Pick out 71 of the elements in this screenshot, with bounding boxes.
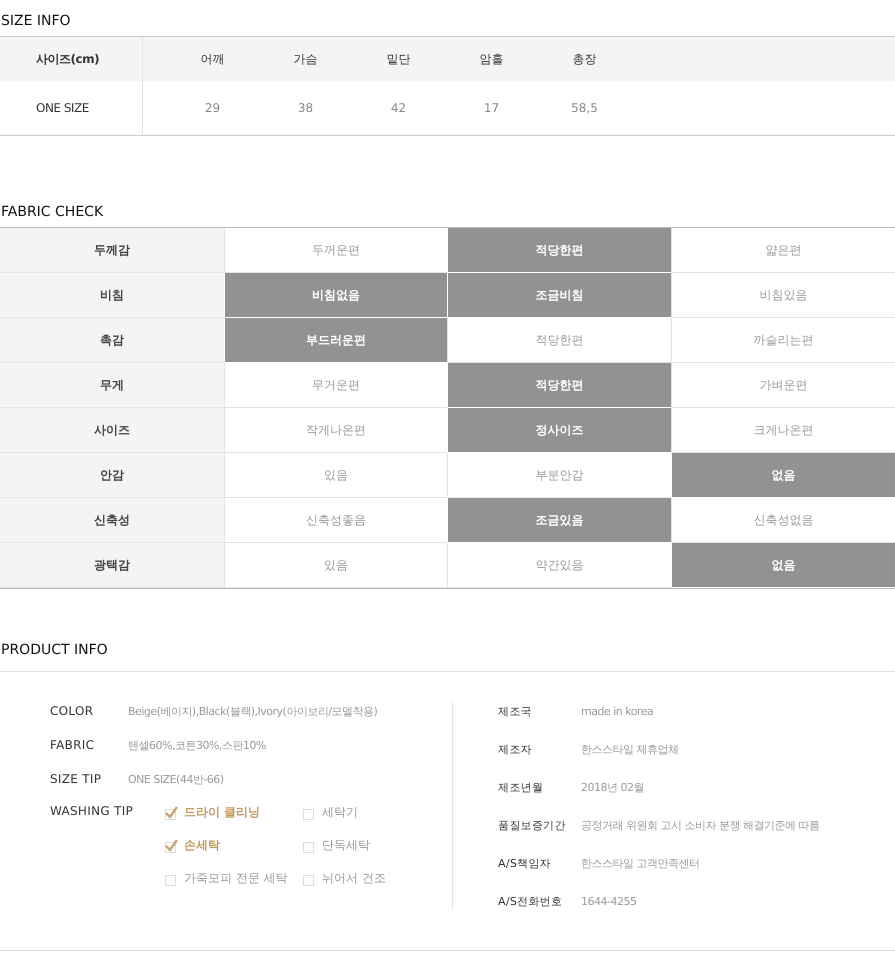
info-value: 1644-4255 [581, 894, 636, 908]
option-label: 뉘어서 건조 [322, 870, 386, 887]
row-label: 사이즈 [0, 408, 224, 453]
fabric-option: 적당한편 [447, 363, 671, 408]
fabric-option: 없음 [671, 453, 895, 498]
fabric-option: 비침있음 [671, 273, 895, 318]
table-header: 어깨 [200, 50, 226, 68]
section-title: FABRIC CHECK [0, 203, 104, 222]
row-label: 촉감 [0, 318, 224, 363]
option-label: 가죽모피 전문 세탁 [184, 870, 288, 887]
table-cell-text: 42 [390, 101, 408, 115]
info-value: 한스스타일 고객만족센터 [581, 856, 700, 870]
info-value: made in korea [581, 704, 654, 718]
table-header: 가슴 [292, 50, 318, 68]
fabric-option: 약간있음 [447, 543, 671, 588]
fabric-option: 조금있음 [447, 498, 671, 543]
fabric-option: 있음 [224, 453, 447, 498]
fabric-option: 부드러운편 [224, 318, 447, 363]
fabric-option: 신축성좋음 [224, 498, 447, 543]
option-label: 손세탁 [184, 837, 220, 854]
info-label: 제조국 [498, 704, 533, 718]
info-label: A/S전화번호 [498, 894, 564, 908]
fabric-option: 까슬리는편 [671, 318, 895, 363]
fabric-option: 없음 [671, 543, 895, 588]
table-cell: ONE SIZE [0, 81, 143, 135]
fabric-option: 적당한편 [447, 228, 671, 273]
row-label: 무게 [0, 363, 224, 408]
table-cell-text: 17 [482, 101, 500, 115]
info-label: A/S책임자 [498, 856, 552, 870]
fabric-option: 가벼운편 [671, 363, 895, 408]
fabric-option: 크게나온편 [671, 408, 895, 453]
info-label: 제조년월 [498, 780, 544, 794]
info-value: Beige(베이지),Black(블랙),Ivory(아이보리/모델착용) [128, 704, 378, 718]
info-value: ONE SIZE(44반-66) [128, 772, 224, 786]
row-label: 신축성 [0, 498, 224, 543]
info-value: 한스스타일 제휴업체 [581, 742, 678, 756]
table-header: 총장 [572, 50, 598, 68]
section-title: SIZE INFO [0, 12, 72, 31]
info-label: FABRIC [50, 738, 96, 752]
row-label: 광택감 [0, 543, 224, 588]
fabric-option: 조금비침 [447, 273, 671, 318]
fabric-option: 있음 [224, 543, 447, 588]
table-cell-text: 29 [204, 101, 222, 115]
fabric-option: 무거운편 [224, 363, 447, 408]
section-title: PRODUCT INFO [0, 641, 109, 660]
table-header: 암홀 [478, 50, 504, 68]
row-label: 비침 [0, 273, 224, 318]
fabric-option: 얇은편 [671, 228, 895, 273]
table-cell-text: 58,5 [570, 101, 599, 115]
fabric-option: 비침없음 [224, 273, 447, 318]
info-label: COLOR [50, 704, 94, 718]
fabric-option: 두꺼운편 [224, 228, 447, 273]
fabric-option: 신축성없음 [671, 498, 895, 543]
info-value: 텐셀60%,코튼30%,스판10% [128, 738, 266, 752]
row-label: 두께감 [0, 228, 224, 273]
info-label: WASHING TIP [50, 804, 134, 818]
info-value: 2018년 02월 [581, 780, 644, 794]
info-label: 제조자 [498, 742, 533, 756]
info-label: SIZE TIP [50, 772, 102, 786]
option-label: 드라이 클리닝 [184, 804, 260, 821]
info-label: 품질보증기간 [498, 818, 567, 832]
table-header: 밑단 [386, 50, 412, 68]
fabric-option: 부분안감 [447, 453, 671, 498]
option-label: 단독세탁 [322, 837, 370, 854]
row-label: 안감 [0, 453, 224, 498]
option-label: 세탁기 [322, 804, 358, 821]
fabric-option: 정사이즈 [447, 408, 671, 453]
info-value: 공정거래 위원회 고시 소비자 분쟁 해결기준에 따름 [581, 818, 820, 832]
table-cell-text: 38 [296, 101, 314, 115]
fabric-option: 작게나온편 [224, 408, 447, 453]
fabric-option: 적당한편 [447, 318, 671, 363]
